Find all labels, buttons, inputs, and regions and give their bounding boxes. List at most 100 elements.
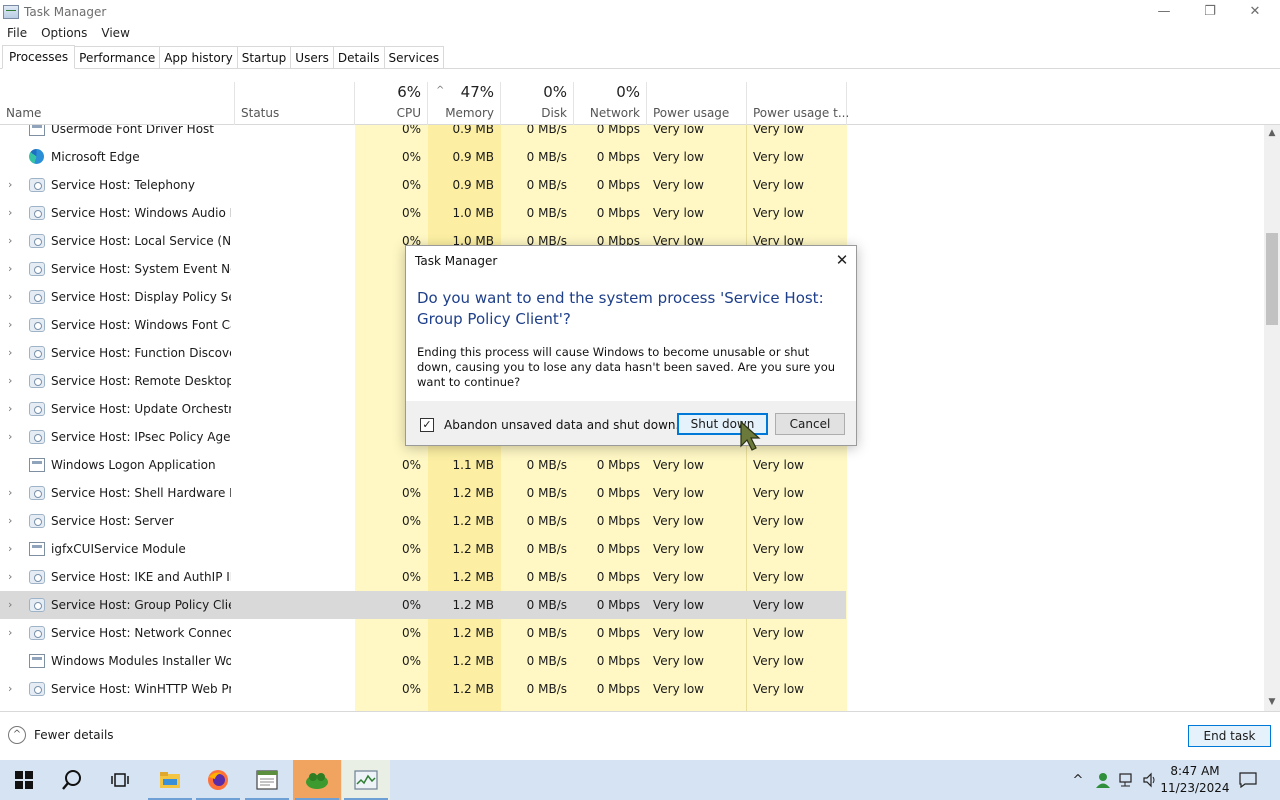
- minimize-button[interactable]: —: [1141, 0, 1187, 23]
- expand-chevron-icon[interactable]: ›: [8, 591, 12, 619]
- power-trend-value: Very low: [753, 682, 804, 696]
- notepad-button[interactable]: [243, 760, 291, 800]
- table-row[interactable]: › Service Host: Shell Hardware De... 0% 1.2…: [0, 479, 1264, 507]
- start-button[interactable]: [0, 760, 48, 800]
- volume-icon[interactable]: [1140, 760, 1160, 800]
- task-manager-taskbar-button[interactable]: [342, 760, 390, 800]
- tab-services[interactable]: Services: [383, 46, 445, 68]
- table-row[interactable]: › Service Host: Server 0% 1.2 MB 0 MB/s 0 Mbp…: [0, 507, 1264, 535]
- scroll-down-icon[interactable]: ▼: [1264, 694, 1280, 711]
- expand-chevron-icon[interactable]: ›: [8, 675, 12, 703]
- column-power-usage[interactable]: Power usage: [647, 82, 747, 125]
- expand-chevron-icon[interactable]: ›: [8, 479, 12, 507]
- table-row[interactable]: Windows Modules Installer Wor... 0% 1.2 MB…: [0, 647, 1264, 675]
- expand-chevron-icon[interactable]: ›: [8, 367, 12, 395]
- expand-chevron-icon[interactable]: ›: [8, 395, 12, 423]
- power-usage-value: Very low: [653, 682, 704, 696]
- column-power-usage-trend[interactable]: Power usage t...: [747, 82, 849, 125]
- network-value: 0 Mbps: [596, 178, 640, 192]
- fewer-details-button[interactable]: ^ Fewer details: [8, 726, 114, 744]
- cpu-value: 0%: [401, 598, 421, 612]
- expand-chevron-icon[interactable]: ›: [8, 255, 12, 283]
- table-row[interactable]: Microsoft Edge 0% 0.9 MB 0 MB/s 0 Mbps Very l…: [0, 143, 1264, 171]
- abandon-data-checkbox[interactable]: ✓: [420, 418, 434, 432]
- menu-options[interactable]: Options: [34, 26, 94, 40]
- scroll-thumb[interactable]: [1266, 233, 1278, 325]
- network-icon[interactable]: [1116, 760, 1138, 800]
- menu-file[interactable]: File: [0, 26, 34, 40]
- tab-users[interactable]: Users: [290, 46, 334, 68]
- expand-chevron-icon[interactable]: ›: [8, 227, 12, 255]
- network-value: 0 Mbps: [596, 542, 640, 556]
- column-disk[interactable]: 0% Disk: [501, 82, 574, 125]
- title-bar: Task Manager — ❐ ✕: [0, 0, 1280, 23]
- end-task-button[interactable]: End task: [1188, 725, 1271, 747]
- column-memory[interactable]: ^ 47% Memory: [428, 82, 501, 125]
- expand-chevron-icon[interactable]: ›: [8, 311, 12, 339]
- dialog-close-button[interactable]: ✕: [832, 250, 852, 270]
- table-row[interactable]: Usermode Font Driver Host 0% 0.9 MB 0 MB/s 0…: [0, 125, 1264, 143]
- expand-chevron-icon[interactable]: ›: [8, 619, 12, 647]
- expand-chevron-icon[interactable]: ›: [8, 171, 12, 199]
- app-button[interactable]: [293, 760, 341, 800]
- file-explorer-icon: [160, 772, 180, 788]
- power-trend-value: Very low: [753, 486, 804, 500]
- notepad-icon: [256, 770, 278, 790]
- tab-performance[interactable]: Performance: [74, 46, 161, 68]
- table-row[interactable]: › Service Host: Windows Audio E... 0% 1.0 M…: [0, 199, 1264, 227]
- table-row[interactable]: › Service Host: Telephony 0% 0.9 MB 0 MB/s 0 …: [0, 171, 1264, 199]
- expand-chevron-icon[interactable]: ›: [8, 563, 12, 591]
- dialog-title: Task Manager: [415, 254, 498, 268]
- service-gear-icon: [29, 598, 45, 612]
- column-name[interactable]: Name: [0, 82, 235, 125]
- table-row[interactable]: › igfxCUIService Module 0% 1.2 MB 0 MB/s 0 Mb…: [0, 535, 1264, 563]
- tab-startup[interactable]: Startup: [236, 46, 292, 68]
- close-button[interactable]: ✕: [1232, 0, 1278, 23]
- expand-chevron-icon[interactable]: ›: [8, 283, 12, 311]
- firefox-button[interactable]: [194, 760, 242, 800]
- memory-value: 1.2 MB: [452, 486, 494, 500]
- tab-processes[interactable]: Processes: [2, 45, 76, 69]
- tab-strip: Processes Performance App history Startu…: [0, 45, 1280, 69]
- cpu-value: 0%: [401, 682, 421, 696]
- process-name: Service Host: WinHTTP Web Pro...: [51, 682, 231, 696]
- notifications-icon[interactable]: [1234, 760, 1262, 800]
- table-row[interactable]: Windows Logon Application 0% 1.1 MB 0 MB/s 0…: [0, 451, 1264, 479]
- tab-details[interactable]: Details: [332, 46, 385, 68]
- table-row-selected[interactable]: › Service Host: Group Policy Client 0% 1.2 …: [0, 591, 1264, 619]
- dialog-message: Ending this process will cause Windows t…: [417, 345, 836, 389]
- process-name: Windows Modules Installer Wor...: [51, 654, 231, 668]
- expand-chevron-icon[interactable]: ›: [8, 535, 12, 563]
- column-status[interactable]: Status: [235, 82, 355, 125]
- cpu-value: 0%: [401, 150, 421, 164]
- file-explorer-button[interactable]: [146, 760, 194, 800]
- column-network[interactable]: 0% Network: [574, 82, 647, 125]
- tab-app-history[interactable]: App history: [159, 46, 238, 68]
- expand-chevron-icon[interactable]: ›: [8, 339, 12, 367]
- table-row[interactable]: › Service Host: WinHTTP Web Pro... 0% 1.2 M…: [0, 675, 1264, 703]
- maximize-button[interactable]: ❐: [1187, 0, 1233, 23]
- scroll-up-icon[interactable]: ▲: [1264, 125, 1280, 142]
- expand-chevron-icon[interactable]: ›: [8, 507, 12, 535]
- process-name: Service Host: Group Policy Client: [51, 598, 231, 612]
- table-row[interactable]: › Service Host: Network Connecti... 0% 1.2 …: [0, 619, 1264, 647]
- vertical-scrollbar[interactable]: ▲ ▼: [1264, 125, 1280, 711]
- user-icon[interactable]: [1092, 760, 1114, 800]
- table-row[interactable]: › Service Host: IKE and AuthIP IPs... 0% 1.…: [0, 563, 1264, 591]
- power-usage-value: Very low: [653, 458, 704, 472]
- power-usage-value: Very low: [653, 206, 704, 220]
- column-header: Name Status 6% CPU ^ 47% Memory 0% Disk …: [0, 82, 1280, 125]
- expand-chevron-icon[interactable]: ›: [8, 199, 12, 227]
- taskbar-clock[interactable]: 8:47 AM 11/23/2024: [1160, 763, 1230, 797]
- menu-view[interactable]: View: [94, 26, 136, 40]
- column-cpu[interactable]: 6% CPU: [355, 82, 428, 125]
- cpu-value: 0%: [401, 542, 421, 556]
- task-view-button[interactable]: [96, 760, 144, 800]
- process-name: igfxCUIService Module: [51, 542, 186, 556]
- abandon-data-label[interactable]: Abandon unsaved data and shut down.: [444, 418, 679, 432]
- show-hidden-icons-icon[interactable]: ^: [1068, 760, 1088, 800]
- expand-chevron-icon[interactable]: ›: [8, 423, 12, 451]
- power-usage-value: Very low: [653, 150, 704, 164]
- search-button[interactable]: [48, 760, 96, 800]
- cancel-button[interactable]: Cancel: [775, 413, 845, 435]
